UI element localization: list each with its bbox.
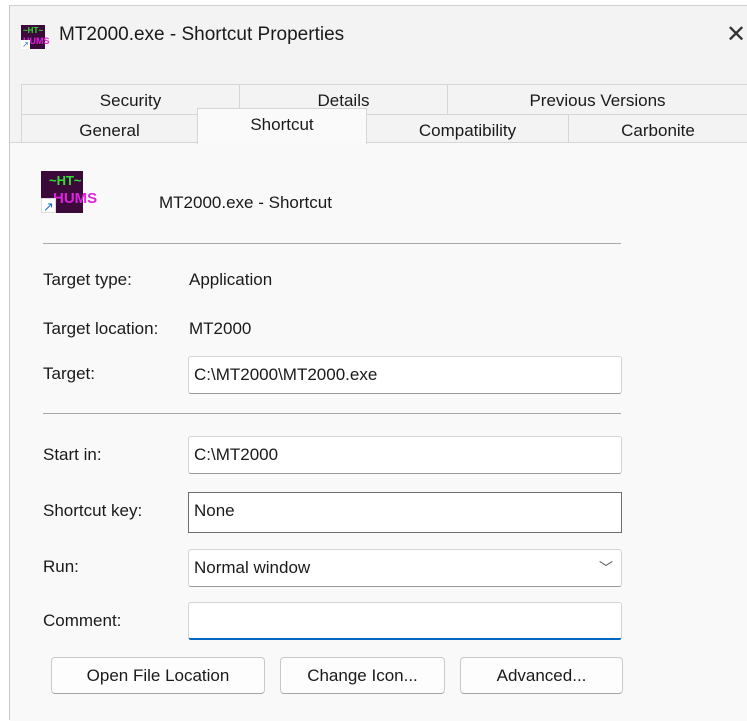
tab-previous-versions[interactable]: Previous Versions [447,84,747,116]
shortcut-icon-text-top: ~HT~ [49,173,82,188]
target-type-label: Target type: [43,270,132,289]
properties-window: ~HT~ HUMS ↗ MT2000.exe - Shortcut Proper… [9,5,747,721]
close-icon[interactable]: ✕ [726,20,747,50]
app-icon: ~HT~ HUMS ↗ [21,25,50,49]
shortcut-tab-panel: ~HT~ HUMS ↗ MT2000.exe - Shortcut Target… [10,142,747,721]
shortcut-key-field[interactable]: None [188,492,622,533]
start-in-label: Start in: [43,445,102,464]
shortcut-name: MT2000.exe - Shortcut [159,193,332,212]
shortcut-icon: ~HT~ HUMS ↗ [41,171,97,214]
comment-label: Comment: [43,611,122,630]
divider [43,413,621,414]
shortcut-arrow-icon: ↗ [21,40,30,49]
advanced-button[interactable]: Advanced... [460,657,623,694]
target-location-value: MT2000 [189,319,252,338]
shortcut-overlay-arrow-icon: ↗ [41,198,56,214]
run-select-value: Normal window [194,558,311,577]
chevron-down-icon[interactable]: ﹀ [599,550,613,586]
target-field[interactable]: C:\MT2000\MT2000.exe [188,356,622,394]
open-file-location-button[interactable]: Open File Location [51,657,265,694]
app-icon-text-top: ~HT~ [23,26,44,35]
shortcut-key-label: Shortcut key: [43,501,143,520]
run-label: Run: [43,557,79,576]
change-icon-button[interactable]: Change Icon... [280,657,445,694]
target-label: Target: [43,364,95,383]
run-select[interactable]: Normal window ﹀ [188,549,622,587]
shortcut-icon-text-bottom: HUMS [53,190,98,207]
divider [43,243,621,244]
title-bar: ~HT~ HUMS ↗ MT2000.exe - Shortcut Proper… [10,6,747,68]
tab-shortcut[interactable]: Shortcut [197,108,367,144]
tab-strip: Security Details Previous Versions Gener… [10,84,747,150]
target-type-value: Application [189,270,273,289]
window-title: MT2000.exe - Shortcut Properties [59,24,345,45]
target-location-label: Target location: [43,319,159,338]
comment-field[interactable] [188,602,622,640]
start-in-field[interactable]: C:\MT2000 [188,436,622,474]
